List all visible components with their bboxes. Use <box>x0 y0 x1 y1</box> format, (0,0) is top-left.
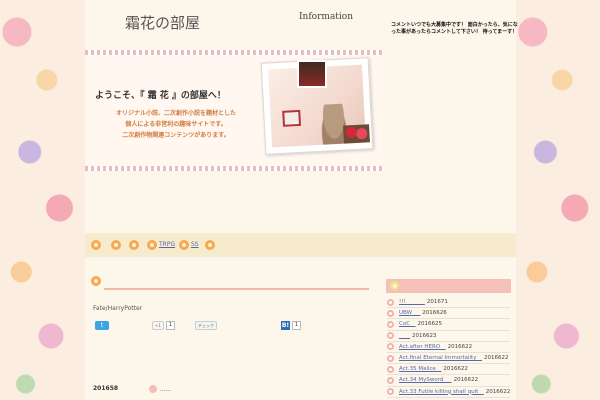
nav-item-ss[interactable]: SS <box>179 239 199 250</box>
post-link[interactable]: ____ <box>399 333 410 339</box>
post-date: 2016622 <box>447 343 473 350</box>
post-date: 2016622 <box>485 388 510 395</box>
list-bullet-icon <box>387 332 394 340</box>
nav-item-label: TRPG <box>159 241 176 248</box>
post-link[interactable]: Act.34 MySword___ <box>399 377 452 383</box>
sidebar-heading <box>386 279 511 293</box>
post-link[interactable]: Act.33 Futile killing shall quit__ <box>399 389 484 395</box>
banner-line: 二次創作物関連コンテンツがあります。 <box>122 132 230 139</box>
post-title: Fate/HarryPotter <box>93 305 143 312</box>
post-date: 2016622 <box>453 377 479 384</box>
nav-bullet-icon <box>179 239 189 250</box>
flower-box-illustration <box>343 124 370 144</box>
lace-border-bottom <box>85 166 383 171</box>
post-link[interactable]: Act.after HERO__ <box>399 344 446 350</box>
nav-item-6[interactable] <box>205 239 217 250</box>
check-share[interactable]: チェック <box>195 321 217 330</box>
nav-item-2[interactable] <box>111 239 123 250</box>
gplus-share[interactable]: +1 1 <box>152 321 176 330</box>
nav-item-label: SS <box>191 241 199 248</box>
hatena-bookmark-icon[interactable]: B! <box>281 321 290 330</box>
list-item[interactable]: !!!_______ 201671 <box>387 297 510 309</box>
archive-bullet-icon <box>149 385 157 393</box>
banner-description: オリジナル小説、二次創作小説を題材とした 個人による非営利の趣味サイトです。 二… <box>91 108 261 141</box>
post-link[interactable]: Act.final Eternal Immortality__ <box>399 355 482 361</box>
list-bullet-icon <box>387 320 394 328</box>
list-bullet-icon <box>387 354 394 362</box>
banner-line: オリジナル小説、二次創作小説を題材とした <box>115 110 236 117</box>
hatena-count: 1 <box>292 321 302 330</box>
gift-box-illustration <box>282 109 302 127</box>
nav-bullet-icon <box>205 239 215 250</box>
nav-bullet-icon <box>111 239 121 250</box>
list-bullet-icon <box>387 298 394 306</box>
tweet-share[interactable]: t <box>95 321 109 330</box>
banner-welcome: ようこそ、『 霜 花 』の部屋へ！ <box>95 91 226 101</box>
nav-item-3[interactable] <box>129 239 141 250</box>
list-bullet-icon <box>387 309 394 317</box>
nav-bullet-icon <box>129 239 139 250</box>
gplus-button[interactable]: +1 <box>152 321 164 330</box>
floral-background-left <box>0 0 85 400</box>
list-item[interactable]: UBW___ 2016626 <box>387 308 510 320</box>
list-bullet-icon <box>387 376 394 384</box>
list-item[interactable]: Act.after HERO__ 2016622 <box>387 342 510 353</box>
list-item[interactable]: ____ 2016623 <box>387 331 510 342</box>
section-bullet-icon <box>91 276 101 286</box>
post-link[interactable]: Act.35 Malice__ <box>399 366 441 372</box>
nav-item-1[interactable] <box>91 239 103 250</box>
section-divider <box>104 288 369 290</box>
information-heading: Information <box>299 12 354 22</box>
post-date: 2016626 <box>422 310 447 317</box>
sidebar-bullet-icon <box>390 281 399 290</box>
list-item[interactable]: Act.final Eternal Immortality__ 2016622 <box>387 353 510 365</box>
list-bullet-icon <box>387 343 394 351</box>
check-button[interactable]: チェック <box>195 321 217 330</box>
list-item[interactable]: Act.35 Malice__ 2016622 <box>387 364 510 376</box>
twitter-icon[interactable]: t <box>95 321 109 330</box>
post-link[interactable]: CoC__ <box>399 321 416 327</box>
post-date: 2016623 <box>412 332 437 339</box>
hatena-share[interactable]: B! 1 <box>281 321 302 330</box>
recent-posts-list: !!!_______ 201671 UBW___ 2016626 CoC__ 2… <box>387 297 510 398</box>
list-bullet-icon <box>387 388 394 396</box>
post-date: 2016622 <box>483 355 509 362</box>
list-item[interactable]: CoC__ 2016625 <box>387 319 510 331</box>
post-date: 2016625 <box>417 321 443 328</box>
post-link[interactable]: !!!_______ <box>399 299 425 305</box>
floral-background-right <box>516 0 600 400</box>
archive-link[interactable]: ...... <box>160 386 171 393</box>
list-item[interactable]: Act.33 Futile killing shall quit__ 20166… <box>387 387 510 398</box>
nav-bullet-icon <box>91 239 101 250</box>
list-item[interactable]: Act.34 MySword___ 2016622 <box>387 375 510 387</box>
nav-item-trpg[interactable]: TRPG <box>147 239 175 250</box>
information-text: コメントいつでも大募集中です！ 面白かったら、気になった事があったらコメントして… <box>391 22 518 35</box>
post-date: 201671 <box>426 299 448 306</box>
lace-border-top <box>85 50 383 55</box>
nav-bullet-icon <box>147 239 157 250</box>
banner-line: 個人による非営利の趣味サイトです。 <box>125 121 227 128</box>
list-bullet-icon <box>387 365 394 373</box>
archive-date: 201658 <box>93 385 119 392</box>
post-date: 2016622 <box>443 366 468 373</box>
header-banner[interactable]: ようこそ、『 霜 花 』の部屋へ！ オリジナル小説、二次創作小説を題材とした 個… <box>85 50 383 171</box>
post-link[interactable]: UBW___ <box>399 310 420 316</box>
site-title[interactable]: 霜花の部屋 <box>125 12 200 33</box>
gplus-count: 1 <box>165 321 176 330</box>
banner-small-photo <box>297 60 327 88</box>
